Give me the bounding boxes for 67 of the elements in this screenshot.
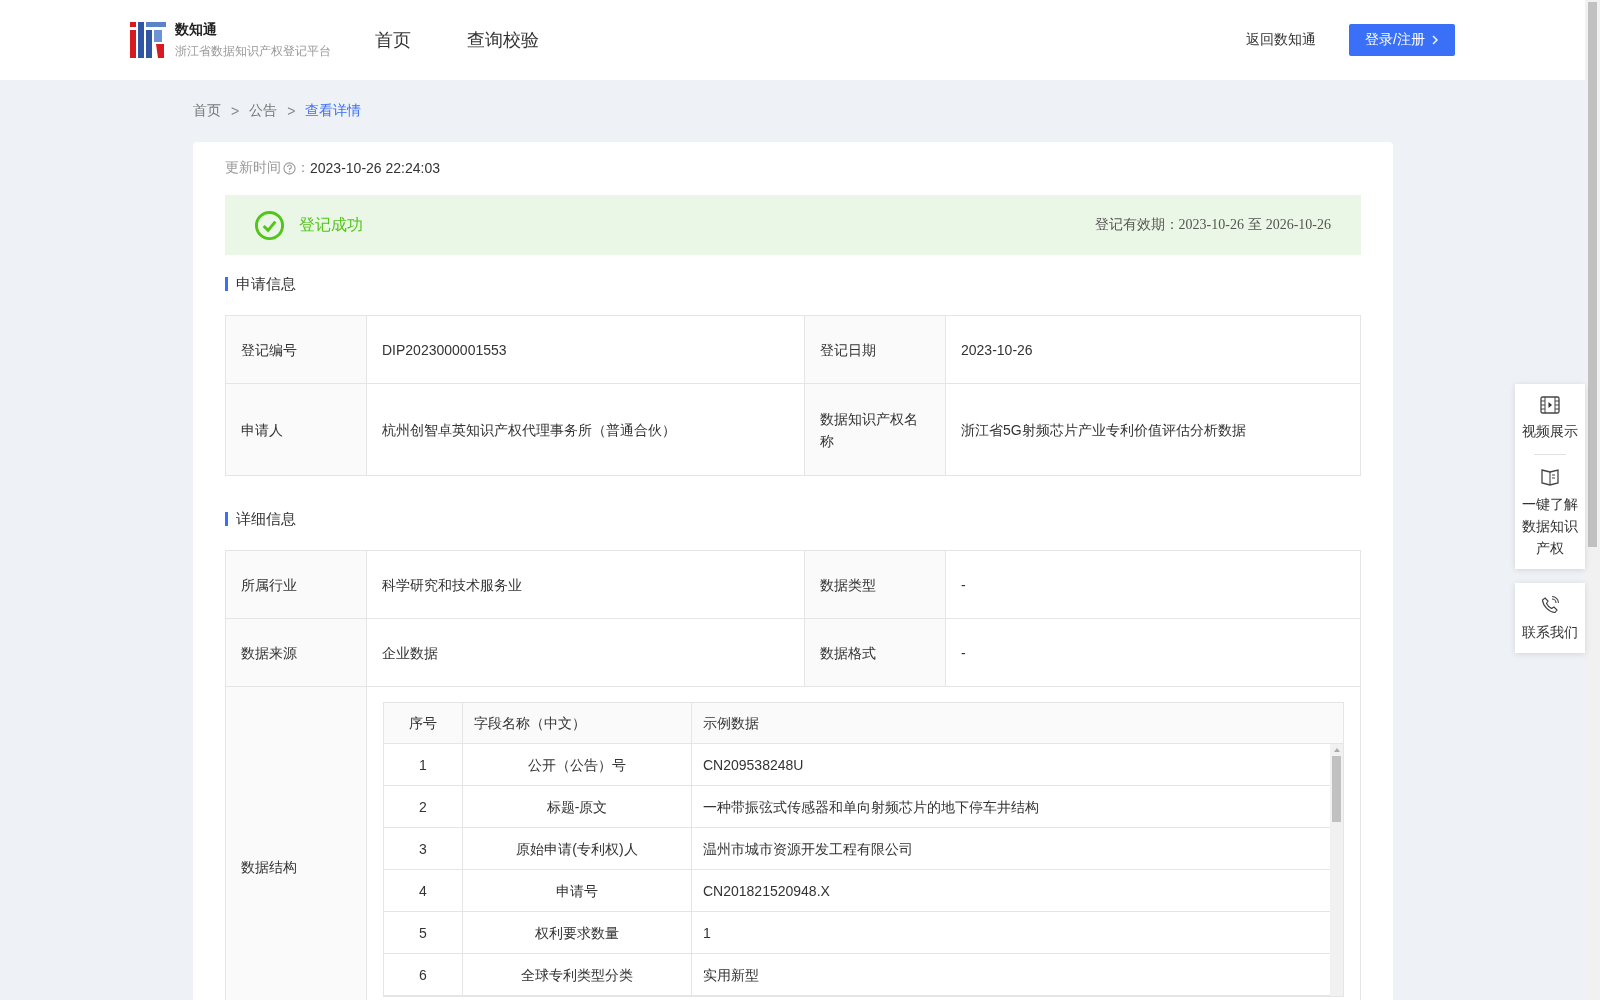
update-time-separator: ： — [296, 159, 310, 177]
film-icon[interactable] — [1540, 396, 1560, 414]
success-check-icon — [254, 209, 285, 241]
column-header: 示例数据 — [702, 714, 760, 733]
update-time-value: 2023-10-26 22:24:03 — [310, 160, 440, 176]
field-value: - — [946, 619, 1361, 687]
field-value: - — [946, 551, 1361, 619]
section-title: 详细信息 — [225, 512, 1361, 526]
breadcrumb-link[interactable]: 首页 — [193, 102, 221, 120]
logo-title: 数知通 — [175, 20, 218, 39]
logo-subtitle: 浙江省数据知识产权登记平台 — [175, 42, 331, 60]
table-cell: 1 — [384, 744, 463, 785]
field-label: 数据结构 — [226, 687, 367, 1000]
nav-link[interactable]: 首页 — [375, 28, 411, 52]
table-cell: 3 — [384, 828, 463, 869]
column-header: 字段名称（中文） — [463, 703, 692, 743]
field-label: 登记日期 — [805, 316, 946, 384]
table-cell-text: CN201821520948.X — [702, 881, 831, 901]
table-cell: 权利要求数量 — [463, 912, 692, 953]
breadcrumb-link[interactable]: 查看详情 — [305, 102, 362, 120]
table-cell: 全球专利类型分类 — [463, 954, 692, 995]
scrollbar[interactable] — [1330, 744, 1343, 996]
back-link[interactable]: 返回数知通 — [1246, 31, 1317, 49]
update-time-label: 更新时间 — [225, 159, 281, 177]
field-label: 数据来源 — [226, 619, 367, 687]
breadcrumb-link[interactable]: 公告 — [249, 102, 278, 120]
table-cell: 标题-原文 — [463, 786, 692, 827]
field-value: 浙江省5G射频芯片产业专利价值评估分析数据 — [946, 384, 1361, 476]
nav-link[interactable]: 查询校验 — [467, 28, 539, 52]
field-label: 所属行业 — [226, 551, 367, 619]
table-cell: 原始申请(专利权)人 — [463, 828, 692, 869]
page-scrollbar[interactable] — [1585, 0, 1600, 1000]
side-tool-label[interactable]: 一键了解数据知识产权 — [1520, 493, 1580, 559]
scrollbar-thumb[interactable] — [1332, 756, 1341, 822]
book-icon[interactable] — [1540, 467, 1560, 487]
breadcrumb-separator: > — [231, 103, 240, 119]
section-title: 申请信息 — [225, 277, 1361, 291]
breadcrumb-separator: > — [287, 103, 296, 119]
phone-icon[interactable] — [1540, 595, 1560, 615]
field-label: 数据知识产权名称 — [805, 384, 946, 476]
field-value: 2023-10-26 — [946, 316, 1361, 384]
table-cell: 公开（公告）号 — [463, 744, 692, 785]
field-label: 数据类型 — [805, 551, 946, 619]
table-cell: 4 — [384, 870, 463, 911]
field-label: 登记编号 — [226, 316, 367, 384]
table-cell-text: 一种带振弦式传感器和单向射频芯片的地下停车井结构 — [702, 797, 1040, 817]
logo-icon — [130, 22, 166, 58]
field-label: 申请人 — [226, 384, 367, 476]
table-cell: 申请号 — [463, 870, 692, 911]
table-cell-text: 实用新型 — [702, 965, 760, 985]
table-cell: 6 — [384, 954, 463, 995]
table-cell-text: CN209538248U — [702, 755, 805, 775]
side-tool-label[interactable]: 视频展示 — [1520, 420, 1580, 442]
table-cell: 2 — [384, 786, 463, 827]
login-button[interactable]: 登录/注册 — [1349, 24, 1455, 56]
scrollbar-thumb[interactable] — [1588, 2, 1597, 547]
scroll-up-arrow-icon[interactable] — [1332, 747, 1341, 753]
table-cell-text: 温州市城市资源开发工程有限公司 — [702, 839, 914, 859]
column-header: 序号 — [384, 703, 463, 743]
chevron-right-icon — [1431, 35, 1439, 45]
validity-period: 登记有效期：2023-10-26 至 2026-10-26 — [1094, 216, 1331, 234]
table-cell-text: 1 — [702, 923, 712, 943]
side-tool-label[interactable]: 联系我们 — [1520, 621, 1580, 643]
table-cell: 5 — [384, 912, 463, 953]
field-label: 数据格式 — [805, 619, 946, 687]
help-icon[interactable] — [283, 161, 296, 175]
status-text: 登记成功 — [299, 214, 363, 235]
